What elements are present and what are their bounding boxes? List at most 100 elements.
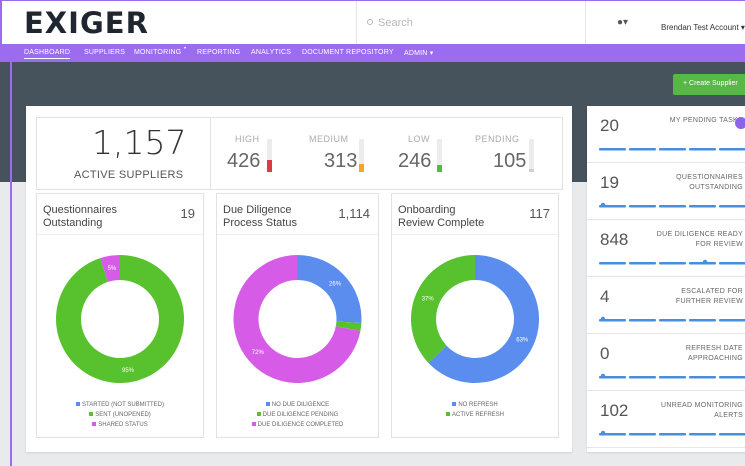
stat-medium-value[interactable]: 313 (324, 150, 357, 173)
monitoring-badge: • (184, 46, 187, 52)
card-title: Onboarding Review Complete (398, 204, 485, 229)
supplier-summary: 1,157 ACTIVE SUPPLIERS HIGH 426 MEDIUM 3… (36, 117, 563, 190)
donut-slice[interactable] (297, 255, 362, 324)
active-suppliers-count: 1,157 (92, 123, 187, 162)
metric-label: QUESTIONNAIRES OUTSTANDING (676, 174, 743, 191)
nav-reporting[interactable]: REPORTING (197, 49, 240, 56)
metric-sparkline (599, 316, 745, 322)
legend-item[interactable]: SHARED STATUS (37, 420, 203, 430)
legend-item[interactable]: DUE DILIGENCE COMPLETED (217, 420, 378, 430)
sparkline-segment (659, 433, 686, 436)
sparkline-segment (719, 376, 745, 379)
chart-legend: NO DUE DILIGENCE DUE DILIGENCE PENDING DUE… (217, 400, 378, 430)
legend-item[interactable]: DUE DILIGENCE PENDING (217, 410, 378, 420)
card-count: 1,114 (338, 206, 370, 221)
sparkline-segment (629, 148, 656, 151)
legend-label: SHARED STATUS (98, 422, 148, 428)
metric-value: 19 (600, 173, 619, 192)
nav-suppliers[interactable]: SUPPLIERS (84, 49, 125, 56)
metric-refresh-date[interactable]: 0 REFRESH DATE APPROACHING (587, 334, 745, 391)
metric-label: DUE DILIGENCE READY FOR REVIEW (656, 231, 743, 248)
stat-medium-bar (359, 139, 364, 172)
stat-high-value[interactable]: 426 (227, 150, 260, 173)
eye-menu-icon[interactable]: ●▾ (617, 17, 628, 28)
main-nav: DASHBOARD SUPPLIERS MONITORING • REPORTI… (0, 44, 745, 62)
sparkline-segment (599, 148, 626, 151)
metric-monitoring-alerts[interactable]: 102 UNREAD MONITORING ALERTS (587, 391, 745, 448)
card-questionnaires[interactable]: Questionnaires Outstanding 19 95% 5% START… (36, 193, 204, 438)
metric-sparkline (599, 148, 745, 151)
card-count: 19 (180, 206, 195, 221)
metric-questionnaires[interactable]: 19 QUESTIONNAIRES OUTSTANDING (587, 163, 745, 220)
sparkline-peak (600, 202, 606, 208)
legend-label: NO DUE DILIGENCE (271, 402, 330, 408)
stat-high-bar-fill (267, 160, 272, 172)
sparkline-segment (659, 205, 686, 208)
exiger-logo[interactable]: EXIGER (24, 6, 149, 40)
legend-swatch (75, 402, 80, 406)
sparkline-segment (629, 376, 656, 379)
stat-low-value[interactable]: 246 (398, 150, 431, 173)
donut-chart: 26% 72% (233, 255, 362, 383)
legend-item[interactable]: NO DUE DILIGENCE (217, 400, 378, 410)
card-divider (37, 234, 203, 235)
sparkline-segment (689, 433, 716, 436)
nav-document-repository[interactable]: DOCUMENT REPOSITORY (302, 49, 394, 56)
frame-border (10, 62, 12, 466)
metric-due-diligence-ready[interactable]: 848 DUE DILIGENCE READY FOR REVIEW (587, 220, 745, 277)
donut-slice[interactable] (411, 255, 475, 363)
metric-value: 848 (600, 230, 629, 249)
stat-low-bar-fill (437, 165, 442, 172)
sparkline-segment (659, 262, 686, 265)
notification-dot[interactable] (735, 117, 745, 129)
stat-high-label: HIGH (235, 134, 260, 144)
nav-admin[interactable]: ADMIN ▾ (404, 49, 433, 57)
sparkline-segment (629, 319, 656, 322)
card-divider (392, 234, 558, 235)
nav-dashboard[interactable]: DASHBOARD (24, 49, 71, 59)
sparkline-segment (659, 148, 686, 151)
stat-pending-value[interactable]: 105 (493, 150, 526, 173)
metric-value: 20 (600, 116, 619, 135)
sparkline-segment (719, 262, 745, 265)
create-supplier-button[interactable]: + Create Supplier (673, 74, 745, 95)
sparkline-segment (659, 319, 686, 322)
top-header: EXIGER Search ●▾ Brendan Test Account ▾ (0, 0, 745, 45)
stat-pending-label: PENDING (475, 134, 520, 144)
legend-label: ACTIVE REFRESH (451, 412, 504, 418)
card-count: 117 (529, 206, 550, 221)
metric-pending-tasks[interactable]: 20 MY PENDING TASKS (587, 106, 745, 163)
slice-label: 37% (422, 297, 435, 303)
metric-label: MY PENDING TASKS (669, 117, 743, 124)
legend-label: DUE DILIGENCE COMPLETED (257, 422, 344, 428)
metric-escalated[interactable]: 4 ESCALATED FOR FURTHER REVIEW (587, 277, 745, 334)
legend-swatch (445, 412, 450, 416)
stat-low-label: LOW (408, 134, 431, 144)
slice-label: 95% (122, 368, 135, 374)
slice-label: 5% (108, 266, 117, 272)
legend-item[interactable]: ACTIVE REFRESH (392, 410, 558, 420)
sparkline-peak (702, 259, 708, 265)
stat-pending-bar-fill (529, 169, 534, 172)
sparkline-segment (629, 262, 656, 265)
legend-item[interactable]: NO REFRESH (392, 400, 558, 410)
metric-label: ESCALATED FOR FURTHER REVIEW (675, 288, 743, 305)
legend-item[interactable]: STARTED (NOT SUBMITTED) (37, 400, 203, 410)
stat-medium-label: MEDIUM (309, 134, 349, 144)
user-account-menu[interactable]: Brendan Test Account ▾ (661, 23, 745, 32)
legend-item[interactable]: SENT (UNOPENED) (37, 410, 203, 420)
card-onboarding[interactable]: Onboarding Review Complete 117 63% 37% NO … (391, 193, 559, 438)
stat-medium-bar-fill (359, 164, 364, 172)
chart-legend: STARTED (NOT SUBMITTED) SENT (UNOPENED) SH… (37, 400, 203, 430)
search-input[interactable]: Search (356, 1, 586, 45)
sparkline-segment (689, 262, 716, 265)
card-due-diligence[interactable]: Due Diligence Process Status 1,114 26% 72… (216, 193, 379, 438)
metric-value: 0 (600, 344, 610, 363)
nav-analytics[interactable]: ANALYTICS (251, 49, 291, 56)
legend-swatch (256, 412, 261, 416)
card-title: Due Diligence Process Status (223, 204, 297, 229)
legend-swatch (265, 402, 270, 406)
metric-sparkline (599, 202, 745, 208)
nav-monitoring[interactable]: MONITORING (134, 49, 181, 56)
metric-sparkline (599, 430, 745, 436)
